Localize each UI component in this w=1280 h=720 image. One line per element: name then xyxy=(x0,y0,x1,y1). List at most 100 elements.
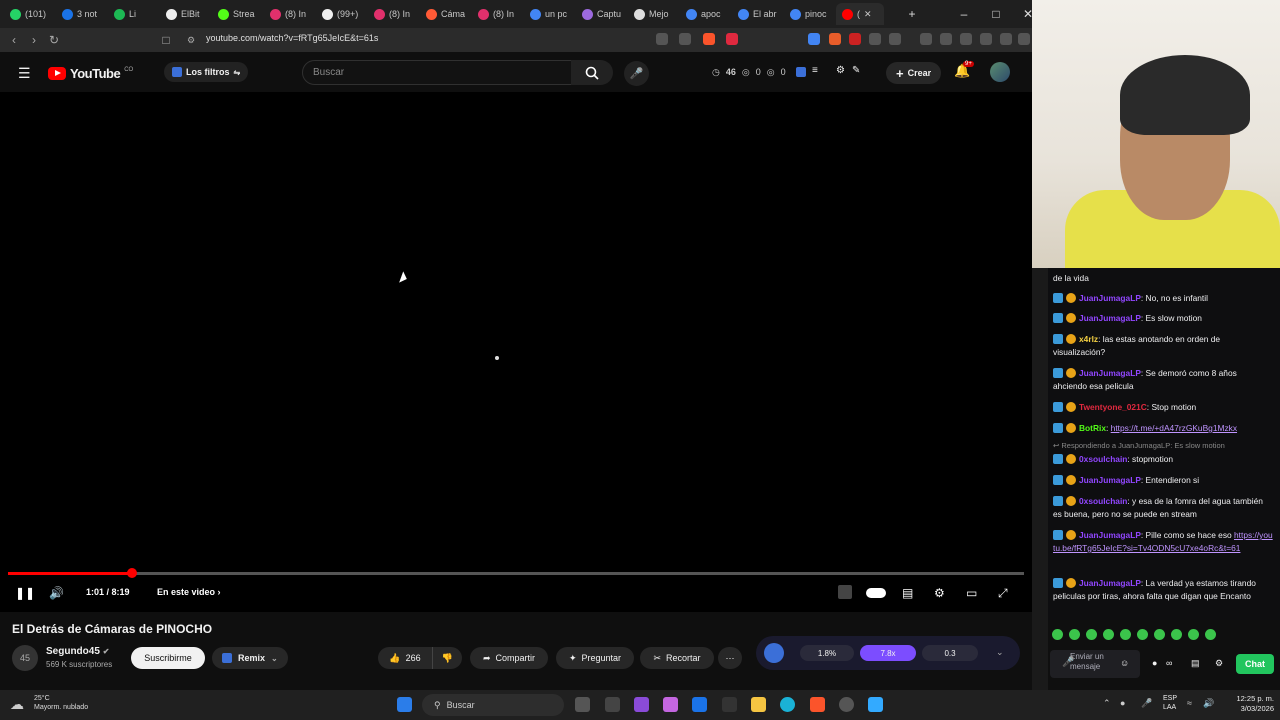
emote-bar[interactable] xyxy=(1052,629,1216,640)
share-icon[interactable] xyxy=(679,33,691,45)
copilot-icon[interactable] xyxy=(663,697,678,712)
file-explorer-icon[interactable] xyxy=(751,697,766,712)
browser-tab[interactable]: apoc xyxy=(680,3,732,25)
browser-tab[interactable]: Strea xyxy=(212,3,264,25)
wallet-icon[interactable] xyxy=(960,33,972,45)
chapter-button[interactable]: En este video › xyxy=(157,587,221,597)
obs-icon[interactable] xyxy=(839,697,854,712)
browser-tab[interactable]: 3 not xyxy=(56,3,108,25)
chat-username[interactable]: x4rlz xyxy=(1079,334,1098,344)
chat-username[interactable]: JuanJumagaLP xyxy=(1079,578,1141,588)
store-icon[interactable]: ▤ xyxy=(1191,658,1200,669)
media-icon[interactable] xyxy=(920,33,932,45)
chat-username[interactable]: JuanJumagaLP xyxy=(1079,530,1141,540)
tray-app-icon[interactable]: ● xyxy=(1120,698,1125,708)
browser-tab[interactable]: (99+) xyxy=(316,3,368,25)
weather-widget[interactable]: 25°C Mayorm. nublado xyxy=(34,694,88,712)
filter-icon[interactable]: ⚙ xyxy=(836,65,845,76)
clip-button[interactable]: ✂ Recortar xyxy=(640,647,714,669)
browser-tab[interactable]: pinoc xyxy=(784,3,836,25)
hamburger-menu-icon[interactable]: ☰ xyxy=(18,65,31,82)
edge-icon[interactable] xyxy=(780,697,795,712)
send-chat-button[interactable]: Chat xyxy=(1236,654,1274,674)
extension-icon[interactable] xyxy=(829,33,841,45)
more-actions-button[interactable]: ⋯ xyxy=(718,647,742,669)
tray-chevron-icon[interactable]: ⌃ xyxy=(1103,698,1111,709)
chat-username[interactable]: 0xsoulchain xyxy=(1079,454,1127,464)
volume-icon[interactable]: 🔊 xyxy=(1203,698,1214,709)
screenshot-icon[interactable] xyxy=(889,33,901,45)
translate-extension-icon[interactable] xyxy=(808,33,820,45)
browser-tab[interactable]: Mejo xyxy=(628,3,680,25)
browser-tab[interactable]: Li xyxy=(108,3,160,25)
browser-tab[interactable]: ElBit xyxy=(160,3,212,25)
browser-tab[interactable]: Cáma xyxy=(420,3,472,25)
vpn-icon[interactable] xyxy=(1000,33,1012,45)
channel-avatar[interactable]: 45 xyxy=(12,645,38,671)
filters-button[interactable]: Los filtros ⇋ xyxy=(164,62,249,82)
brave-icon[interactable] xyxy=(810,697,825,712)
maximize-button[interactable]: □ xyxy=(980,0,1012,28)
browser-tab[interactable]: (✕ xyxy=(836,3,884,25)
ask-button[interactable]: ✦ Preguntar xyxy=(556,647,634,669)
chat-username[interactable]: JuanJumagaLP xyxy=(1079,475,1141,485)
store-icon[interactable] xyxy=(692,697,707,712)
sidebar-icon[interactable] xyxy=(940,33,952,45)
reload-icon[interactable]: ↻ xyxy=(44,33,64,47)
windows-start-icon[interactable] xyxy=(397,697,412,712)
brave-shield-icon[interactable] xyxy=(703,33,715,45)
close-tab-icon[interactable]: ✕ xyxy=(864,9,872,20)
points-icon[interactable]: ● xyxy=(1152,658,1157,668)
account-avatar[interactable] xyxy=(990,62,1010,82)
extension-icon[interactable] xyxy=(849,33,861,45)
mic-icon[interactable]: 🎤 xyxy=(1141,698,1152,709)
channel-name[interactable]: Segundo45 ✔ xyxy=(46,646,109,657)
url-field[interactable]: youtube.com/watch?v=fRTg65JeIcE&t=61s xyxy=(206,33,378,43)
notepad-icon[interactable] xyxy=(868,697,883,712)
search-input[interactable]: Buscar xyxy=(302,60,572,85)
share-button[interactable]: ➦ Compartir xyxy=(470,647,548,669)
fullscreen-icon[interactable]: ⤢ xyxy=(998,586,1008,601)
progress-bar[interactable] xyxy=(8,572,1024,575)
video-player[interactable] xyxy=(0,92,1032,612)
leo-ai-icon[interactable] xyxy=(980,33,992,45)
browser-tab[interactable]: (8) In xyxy=(472,3,524,25)
iq-logo-icon[interactable] xyxy=(764,643,784,663)
puzzle-icon[interactable] xyxy=(869,33,881,45)
voice-search-button[interactable]: 🎤 xyxy=(624,61,649,86)
progress-scrubber[interactable] xyxy=(126,568,137,578)
browser-tab[interactable]: El abr xyxy=(732,3,784,25)
chat-username[interactable]: JuanJumagaLP xyxy=(1079,313,1141,323)
forward-icon[interactable]: › xyxy=(24,33,44,47)
browser-tab[interactable]: un pc xyxy=(524,3,576,25)
dislike-button[interactable]: 👎 xyxy=(432,647,462,669)
cast-icon[interactable] xyxy=(656,33,668,45)
create-button[interactable]: + Crear xyxy=(886,62,942,84)
chat-username[interactable]: JuanJumagaLP xyxy=(1079,293,1141,303)
minimize-button[interactable]: – xyxy=(948,0,980,28)
emoji-icon[interactable]: ☺ xyxy=(1120,658,1129,668)
search-button[interactable] xyxy=(571,60,613,85)
back-icon[interactable]: ‹ xyxy=(4,33,24,47)
app-icon[interactable] xyxy=(634,697,649,712)
browser-tab[interactable]: Captu xyxy=(576,3,628,25)
settings-gear-icon[interactable]: ⚙ xyxy=(934,586,945,600)
browser-tab[interactable]: (101) xyxy=(4,3,56,25)
clock[interactable]: 12:25 p. m. 3/03/2026 xyxy=(1226,694,1274,714)
chevron-down-icon[interactable]: ⌄ xyxy=(996,647,1004,658)
chat-username[interactable]: Twentyone_021C xyxy=(1079,402,1147,412)
chat-link[interactable]: https://t.me/+dA47rzGKuBg1Mzkx xyxy=(1111,423,1237,433)
edit-icon[interactable]: ✎ xyxy=(852,65,860,76)
chat-username[interactable]: JuanJumagaLP xyxy=(1079,368,1141,378)
app-icon[interactable] xyxy=(605,697,620,712)
link-icon[interactable]: ∞ xyxy=(1166,658,1172,668)
language-indicator[interactable]: ESP LAA xyxy=(1163,694,1177,712)
task-view-icon[interactable] xyxy=(575,697,590,712)
new-tab-button[interactable]: + xyxy=(900,0,924,28)
bookmark-icon[interactable]: □ xyxy=(156,33,176,47)
browser-tab[interactable]: (8) In xyxy=(368,3,420,25)
like-button[interactable]: 👍 266 xyxy=(378,647,432,669)
terminal-icon[interactable] xyxy=(722,697,737,712)
theater-mode-icon[interactable]: ▭ xyxy=(966,586,977,600)
site-info-icon[interactable]: ⚙ xyxy=(181,35,201,46)
